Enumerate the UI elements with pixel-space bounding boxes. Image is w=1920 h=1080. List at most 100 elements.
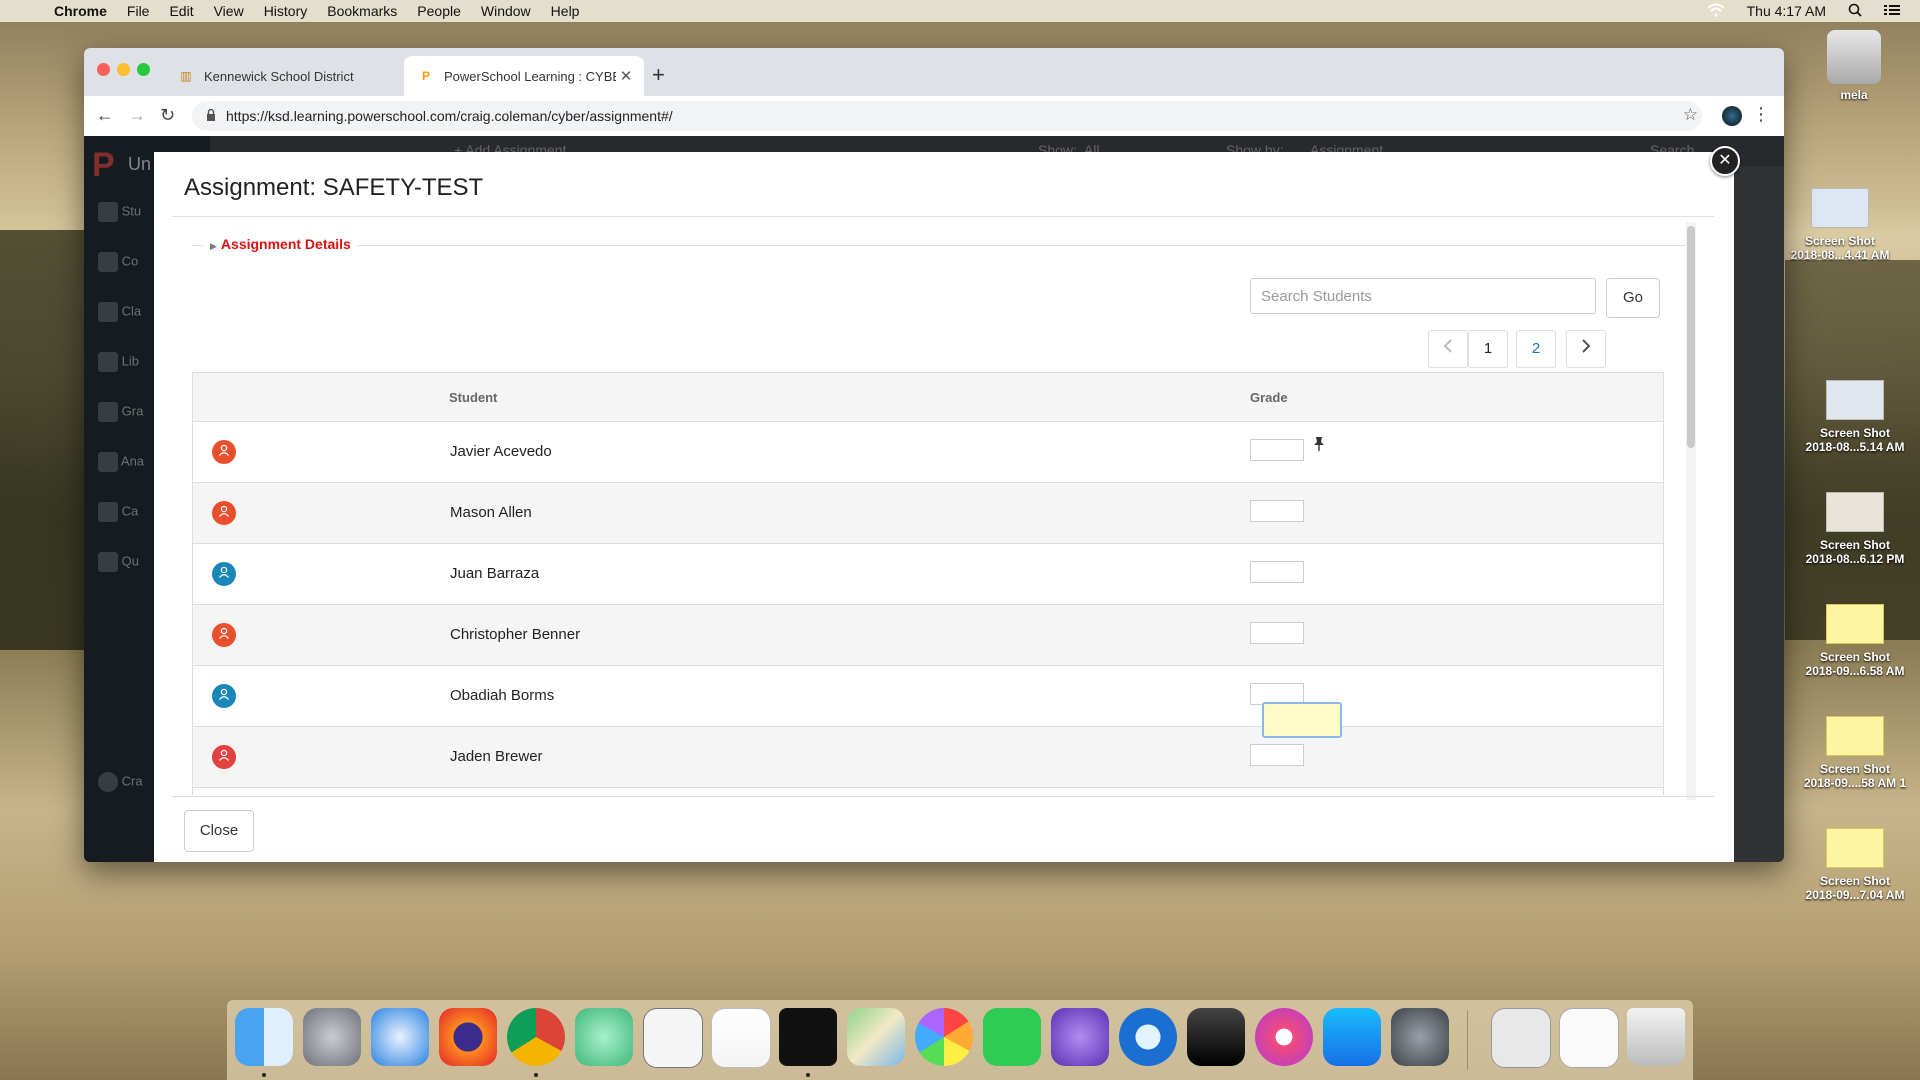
search-students-input[interactable] <box>1250 278 1596 314</box>
terminal-icon[interactable] <box>779 1008 837 1066</box>
menu-app-name[interactable]: Chrome <box>54 3 107 19</box>
menu-window[interactable]: Window <box>481 3 531 19</box>
modal-scrollbar[interactable] <box>1686 222 1696 800</box>
chrome-icon[interactable] <box>507 1008 565 1066</box>
student-name[interactable]: Javier Acevedo <box>450 443 552 460</box>
desktop-file-name: Screen Shot <box>1819 874 1891 888</box>
desktop-file[interactable]: Screen Shot 2018-08...6.12 PM <box>1795 492 1915 566</box>
downloads-stack-icon[interactable] <box>1491 1008 1551 1068</box>
quicktime-icon[interactable] <box>1119 1008 1177 1066</box>
desktop-file[interactable]: Screen Shot 2018-09...7.04 AM <box>1795 828 1915 902</box>
launchpad-icon[interactable] <box>303 1008 361 1066</box>
person-icon <box>212 501 236 525</box>
photos-icon[interactable] <box>915 1008 973 1066</box>
tab-powerschool[interactable]: P PowerSchool Learning : CYBER ✕ <box>404 56 644 96</box>
close-button[interactable]: Close <box>184 810 254 852</box>
pagination-page[interactable]: 1 <box>1468 330 1508 368</box>
divider <box>192 245 1692 246</box>
triangle-right-icon: ▶ <box>210 241 217 251</box>
student-name[interactable]: Juan Barraza <box>450 565 539 582</box>
url-field[interactable]: https://ksd.learning.powerschool.com/cra… <box>192 101 1702 131</box>
minimize-window-button[interactable] <box>117 63 130 76</box>
reload-icon[interactable]: ↻ <box>160 105 175 126</box>
menu-people[interactable]: People <box>417 3 461 19</box>
grade-input[interactable] <box>1250 439 1304 461</box>
bookmark-star-icon[interactable]: ☆ <box>1683 105 1698 125</box>
trash-icon[interactable] <box>1627 1008 1685 1066</box>
student-name[interactable]: Obadiah Borms <box>450 687 554 704</box>
grade-input[interactable] <box>1250 561 1304 583</box>
inkscape-icon[interactable] <box>1187 1008 1245 1066</box>
firefox-icon[interactable] <box>439 1008 497 1066</box>
running-indicator <box>806 1073 810 1077</box>
safari-icon[interactable] <box>371 1008 429 1066</box>
zoom-window-button[interactable] <box>137 63 150 76</box>
menu-file[interactable]: File <box>127 3 150 19</box>
table-row: Obadiah Borms <box>193 666 1663 727</box>
divider <box>172 216 1714 217</box>
close-window-button[interactable] <box>97 63 110 76</box>
active-grade-input[interactable] <box>1262 702 1342 738</box>
system-preferences-icon[interactable] <box>1391 1008 1449 1066</box>
close-tab-icon[interactable]: ✕ <box>616 67 636 85</box>
pin-icon[interactable] <box>1313 436 1325 455</box>
atom-icon[interactable] <box>575 1008 633 1066</box>
textedit-icon[interactable] <box>643 1008 703 1068</box>
scrollbar-thumb[interactable] <box>1687 226 1695 448</box>
app-store-icon[interactable] <box>1323 1008 1381 1066</box>
table-row: Javier Acevedo <box>193 422 1663 483</box>
desktop-file[interactable]: Screen Shot 2018-09...6.58 AM <box>1795 604 1915 678</box>
go-button[interactable]: Go <box>1606 278 1660 318</box>
spotlight-icon[interactable] <box>1848 3 1862 20</box>
column-grade: Grade <box>1250 390 1288 405</box>
assignment-details-label: Assignment Details <box>220 236 351 252</box>
finder-icon[interactable] <box>235 1008 293 1066</box>
desktop-file[interactable]: Screen Shot 2018-08...5.14 AM <box>1795 380 1915 454</box>
student-name[interactable]: Jaden Brewer <box>450 748 543 765</box>
pagination-prev[interactable] <box>1428 330 1468 368</box>
desktop-file[interactable]: Screen Shot 2018-09....58 AM 1 <box>1795 716 1915 790</box>
pagination-page[interactable]: 2 <box>1516 330 1556 368</box>
grade-input[interactable] <box>1250 622 1304 644</box>
menu-help[interactable]: Help <box>551 3 580 19</box>
desktop-file[interactable]: Screen Shot 2018-08...4.41 AM <box>1780 188 1900 262</box>
desktop-file-date: 2018-08...6.12 PM <box>1805 552 1905 566</box>
menu-edit[interactable]: Edit <box>169 3 193 19</box>
url-text: https://ksd.learning.powerschool.com/cra… <box>226 108 673 124</box>
desktop-file-name: Screen Shot <box>1819 762 1891 776</box>
chrome-menu-icon[interactable]: ⋮ <box>1752 104 1770 125</box>
assignment-details-toggle[interactable]: ▶ Assignment Details <box>192 236 1692 254</box>
pagination-next[interactable] <box>1566 330 1606 368</box>
menu-clock[interactable]: Thu 4:17 AM <box>1747 3 1826 19</box>
student-name[interactable]: Mason Allen <box>450 504 532 521</box>
itunes-icon[interactable] <box>1255 1008 1313 1066</box>
screenshot-thumbnail-icon <box>1826 492 1884 532</box>
table-row: Juan Barraza <box>193 544 1663 605</box>
imovie-icon[interactable] <box>1051 1008 1109 1066</box>
profile-avatar-icon[interactable] <box>1722 106 1742 126</box>
menu-view[interactable]: View <box>214 3 244 19</box>
forward-icon[interactable]: → <box>128 105 146 126</box>
documents-stack-icon[interactable] <box>1559 1008 1619 1068</box>
facetime-icon[interactable] <box>983 1008 1041 1066</box>
menu-history[interactable]: History <box>264 3 308 19</box>
grade-input[interactable] <box>1250 744 1304 766</box>
lock-icon <box>206 108 216 124</box>
grade-input[interactable] <box>1250 500 1304 522</box>
dock <box>227 1000 1693 1080</box>
tab-title: PowerSchool Learning : CYBER <box>444 68 616 84</box>
person-icon <box>212 684 236 708</box>
wifi-icon[interactable] <box>1706 3 1725 20</box>
desktop-file-date: 2018-09....58 AM 1 <box>1803 776 1907 790</box>
close-modal-icon[interactable]: ✕ <box>1710 146 1740 176</box>
menu-bookmarks[interactable]: Bookmarks <box>327 3 397 19</box>
desktop-drive[interactable]: mela <box>1794 30 1914 102</box>
desktop-file-name: Screen Shot <box>1819 650 1891 664</box>
new-tab-icon[interactable]: + <box>652 62 665 88</box>
student-name[interactable]: Christopher Benner <box>450 626 580 643</box>
notification-center-icon[interactable] <box>1884 3 1900 19</box>
maps-icon[interactable] <box>847 1008 905 1066</box>
notes-icon[interactable] <box>711 1008 771 1068</box>
column-student: Student <box>449 390 498 405</box>
back-icon[interactable]: ← <box>96 105 114 126</box>
